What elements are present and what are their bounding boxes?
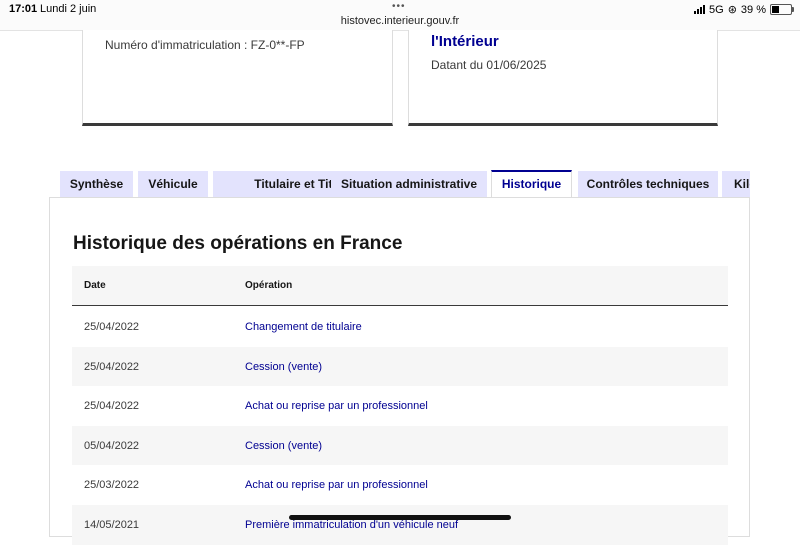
table-row: 25/03/2022 Achat ou reprise par un profe… — [72, 465, 728, 505]
tab-historique[interactable]: Historique — [491, 170, 572, 198]
row-operation[interactable]: Achat ou reprise par un professionnel — [245, 400, 428, 412]
battery-label: 39 % — [740, 3, 766, 16]
tab-kilometrage[interactable]: Kilométrage — [722, 171, 750, 198]
row-date: 14/05/2021 — [84, 519, 140, 531]
home-indicator[interactable] — [289, 515, 511, 520]
report-date: Datant du 01/06/2025 — [431, 58, 547, 72]
tab-situation[interactable]: Situation administrative — [331, 171, 487, 198]
address-bar-url[interactable]: histovec.interieur.gouv.fr — [0, 15, 800, 27]
row-operation[interactable]: Achat ou reprise par un professionnel — [245, 479, 428, 491]
row-operation[interactable]: Cession (vente) — [245, 440, 322, 452]
tab-bar: Synthèse Véhicule Titulaire et Titre Sit… — [60, 170, 750, 198]
table-row: 25/04/2022 Changement de titulaire — [72, 307, 728, 347]
network-label: 5G — [709, 3, 724, 16]
row-date: 25/04/2022 — [84, 361, 140, 373]
registration-card: Numéro d'immatriculation : FZ-0**-FP — [82, 30, 393, 126]
column-header-date: Date — [84, 280, 106, 291]
orientation-lock-icon: ⊛ — [727, 4, 737, 16]
card-title: l'Intérieur — [431, 33, 499, 50]
row-operation[interactable]: Première immatriculation d'un véhicule n… — [245, 519, 458, 531]
table-row: 25/04/2022 Achat ou reprise par un profe… — [72, 386, 728, 426]
registration-number: Numéro d'immatriculation : FZ-0**-FP — [105, 38, 305, 52]
page-title: Historique des opérations en France — [73, 233, 403, 254]
row-date: 25/03/2022 — [84, 479, 140, 491]
tab-vehicule[interactable]: Véhicule — [138, 171, 208, 198]
tab-controles[interactable]: Contrôles techniques — [578, 171, 718, 198]
row-date: 25/04/2022 — [84, 400, 140, 412]
row-date: 05/04/2022 — [84, 440, 140, 452]
column-header-operation: Opération — [245, 280, 293, 291]
status-date: Lundi 2 juin — [40, 3, 97, 15]
battery-icon — [770, 4, 794, 15]
status-time: 17:01 — [9, 3, 38, 15]
more-dots-icon[interactable]: ••• — [392, 1, 406, 12]
table-row: 25/04/2022 Cession (vente) — [72, 347, 728, 387]
tab-synthese[interactable]: Synthèse — [60, 171, 133, 198]
table-row: 05/04/2022 Cession (vente) — [72, 426, 728, 466]
signal-icon — [694, 5, 706, 14]
row-operation[interactable]: Cession (vente) — [245, 361, 322, 373]
row-operation[interactable]: Changement de titulaire — [245, 321, 362, 333]
status-indicators: 5G ⊛ 39 % — [694, 3, 794, 16]
table-header: Date Opération — [72, 266, 728, 306]
battery-fill — [772, 6, 780, 13]
status-bar: 17:01 Lundi 2 juin ••• histovec.interieu… — [0, 0, 800, 31]
report-date-card: l'Intérieur Datant du 01/06/2025 — [408, 30, 718, 126]
row-date: 25/04/2022 — [84, 321, 140, 333]
